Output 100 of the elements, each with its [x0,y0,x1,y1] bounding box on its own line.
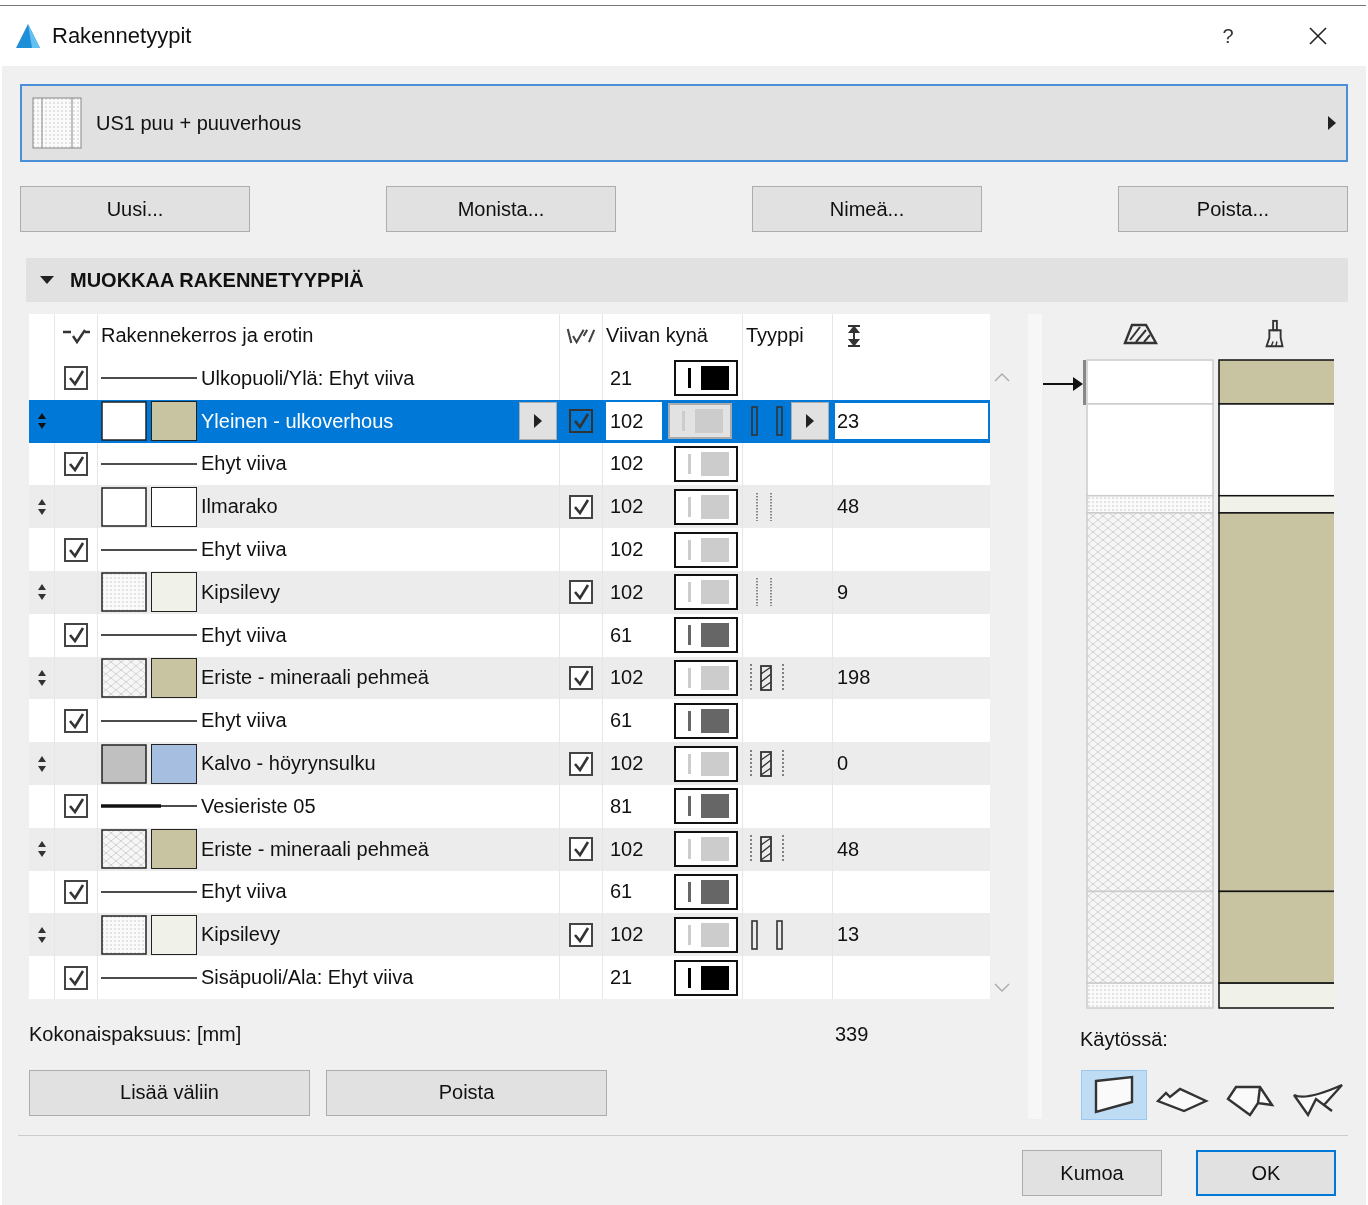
structure-selector[interactable]: US1 puu + puuverhous [20,84,1348,162]
checkbox[interactable] [64,794,88,819]
table-row[interactable]: Vesieriste 05 81 [29,784,990,828]
checkbox[interactable] [64,537,88,562]
dialog-button[interactable]: Kumoa [1022,1150,1162,1196]
drag-handle-icon[interactable] [36,754,47,773]
dialog-button[interactable]: OK [1196,1150,1336,1196]
fill-swatch[interactable] [101,401,147,442]
drag-handle-icon[interactable] [36,583,47,602]
pen-swatch[interactable] [668,403,732,440]
expand-button[interactable] [791,402,829,441]
pen-swatch[interactable] [674,531,738,568]
action-button[interactable]: Nimeä... [752,186,982,232]
table-row[interactable]: Eriste - mineraali pehmeä 102 48 [29,827,990,871]
checkbox[interactable] [569,837,593,862]
table-row[interactable]: Eriste - mineraali pehmeä 102 198 [29,656,990,700]
layer-name: Sisäpuoli/Ala: Ehyt viiva [201,966,414,990]
table-row[interactable]: Sisäpuoli/Ala: Ehyt viiva 21 [29,956,990,999]
fill-swatch[interactable] [101,829,147,870]
action-button[interactable]: Monista... [386,186,616,232]
pen-swatch[interactable] [674,788,738,825]
checkbox[interactable] [569,494,593,519]
row-button[interactable]: Poista [326,1069,607,1116]
pen-swatch[interactable] [674,659,738,696]
drag-handle-icon[interactable] [36,840,47,859]
layer-name: Ehyt viiva [201,538,287,562]
table-row[interactable]: Ulkopuoli/Ylä: Ehyt viiva 21 [29,357,990,400]
pen-swatch[interactable] [674,702,738,739]
pen-number: 102 [609,452,645,476]
table-row[interactable]: Ehyt viiva 102 [29,442,990,486]
action-button[interactable]: Poista... [1118,186,1348,232]
pen-swatch[interactable] [674,959,738,996]
checkbox[interactable] [569,751,593,776]
checkbox[interactable] [64,452,88,476]
color-swatch[interactable] [151,743,197,784]
checkbox[interactable] [569,409,593,434]
pen-swatch[interactable] [674,873,738,910]
layer-name: Ilmarako [201,495,279,519]
checkbox[interactable] [64,879,88,904]
close-icon[interactable] [1308,26,1328,46]
fill-swatch[interactable] [101,572,147,613]
caret-icon [806,414,814,429]
pen-swatch[interactable] [674,831,738,868]
pen-swatch[interactable] [674,574,738,611]
color-swatch[interactable] [151,657,197,698]
pen-swatch[interactable] [674,446,738,482]
layer-name: Ehyt viiva [201,623,287,647]
color-swatch[interactable] [151,914,197,955]
pen-swatch[interactable] [674,745,738,782]
pen-number: 21 [609,366,634,390]
checkbox[interactable] [64,366,88,391]
pen-number: 102 [609,580,645,604]
table-row[interactable]: Ehyt viiva 102 [29,528,990,571]
drag-handle-icon[interactable] [36,412,47,431]
pen-swatch[interactable] [674,360,738,397]
drag-handle-icon[interactable] [36,668,47,687]
table-row[interactable]: Ehyt viiva 61 [29,870,990,914]
thickness-input[interactable]: 23 [833,401,990,442]
color-swatch[interactable] [151,829,197,870]
table-row[interactable]: Kipsilevy 102 13 [29,913,990,957]
core-layer-icon[interactable] [749,661,785,694]
pen-input[interactable]: 102 [606,402,662,441]
pen-number: 61 [609,709,634,733]
wall-icon[interactable] [1082,1071,1146,1119]
checkbox[interactable] [64,623,88,648]
help-button[interactable]: ? [1208,23,1248,49]
structure-preview-icon [32,97,82,149]
fill-swatch[interactable] [101,743,147,784]
pen-swatch[interactable] [674,916,738,953]
checkbox[interactable] [64,965,88,990]
pen-swatch[interactable] [674,617,738,654]
table-row[interactable]: Ilmarako 102 48 [29,485,990,529]
checkbox[interactable] [569,922,593,947]
checkbox[interactable] [64,708,88,733]
checkbox[interactable] [569,665,593,690]
layer-name: Kipsilevy [201,923,281,947]
table-row[interactable]: Ehyt viiva 61 [29,613,990,657]
finish-layer-icon[interactable] [749,405,785,438]
table-row[interactable]: Kalvo - höyrynsulku 102 0 [29,742,990,785]
checkbox[interactable] [569,580,593,605]
section-header[interactable]: MUOKKAA RAKENNETYYPPIÄ [26,258,1348,302]
table-row[interactable]: Ehyt viiva 61 [29,699,990,743]
fill-swatch[interactable] [101,486,147,527]
row-button[interactable]: Lisää väliin [29,1069,310,1116]
color-swatch[interactable] [151,572,197,613]
expand-button[interactable] [519,402,557,441]
pen-number: 102 [609,495,645,519]
color-swatch[interactable] [151,401,197,442]
core-layer-icon[interactable] [749,747,785,780]
color-swatch[interactable] [151,486,197,527]
fill-swatch[interactable] [101,914,147,955]
table-row[interactable]: Yleinen - ulkoverhous 102 23 [29,399,990,443]
drag-handle-icon[interactable] [36,925,47,944]
pen-number: 61 [609,880,634,904]
fill-swatch[interactable] [101,657,147,698]
action-button[interactable]: Uusi... [20,186,250,232]
table-row[interactable]: Kipsilevy 102 9 [29,571,990,614]
pen-swatch[interactable] [674,488,738,525]
drag-handle-icon[interactable] [36,497,47,516]
finish-layer-icon[interactable] [749,918,785,951]
